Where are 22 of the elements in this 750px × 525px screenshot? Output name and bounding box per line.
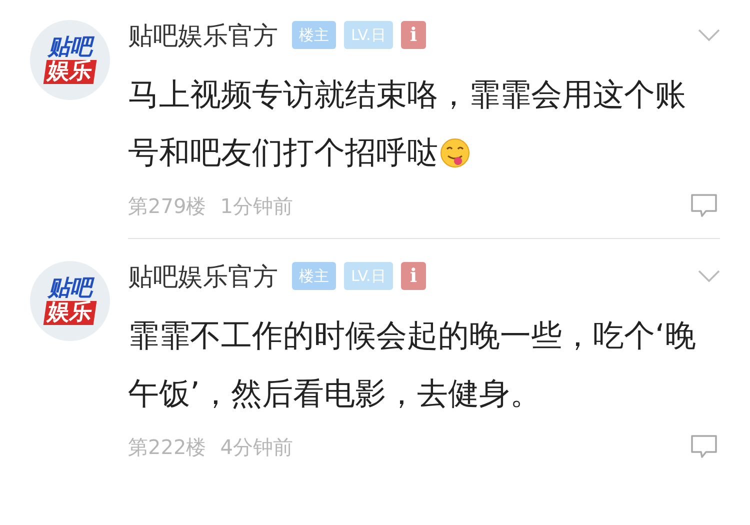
avatar-text: 贴吧 bbox=[48, 36, 92, 60]
post-time: 1分钟前 bbox=[220, 192, 293, 220]
level-badge: LV.日 bbox=[344, 21, 393, 49]
level-badge: LV.日 bbox=[344, 262, 393, 290]
post-time: 4分钟前 bbox=[220, 434, 293, 460]
chevron-down-icon[interactable] bbox=[698, 28, 720, 42]
owner-badge: 楼主 bbox=[292, 21, 336, 49]
avatar-text: 娱乐 bbox=[43, 301, 97, 325]
info-badge: i bbox=[400, 21, 426, 49]
author-name: 贴吧娱乐官方 bbox=[128, 20, 278, 52]
comment-icon[interactable] bbox=[690, 193, 718, 219]
owner-badge: 楼主 bbox=[292, 262, 336, 290]
post-text: 马上视频专访就结束咯，霏霏会用这个账号和吧友们打个招呼哒 bbox=[128, 77, 686, 171]
floor-number: 第279楼 bbox=[128, 192, 206, 220]
chevron-down-icon[interactable] bbox=[698, 269, 720, 283]
avatar-text: 娱乐 bbox=[43, 60, 97, 84]
floor-number: 第222楼 bbox=[128, 434, 206, 460]
comment-icon[interactable] bbox=[690, 434, 718, 460]
author-name: 贴吧娱乐官方 bbox=[128, 260, 278, 292]
info-badge: i bbox=[400, 262, 426, 290]
post-text: 霏霏不工作的时候会起的晚一些，吃个‘晚午饭’，然后看电影，去健身。 bbox=[128, 318, 696, 412]
avatar-text: 贴吧 bbox=[48, 277, 92, 301]
